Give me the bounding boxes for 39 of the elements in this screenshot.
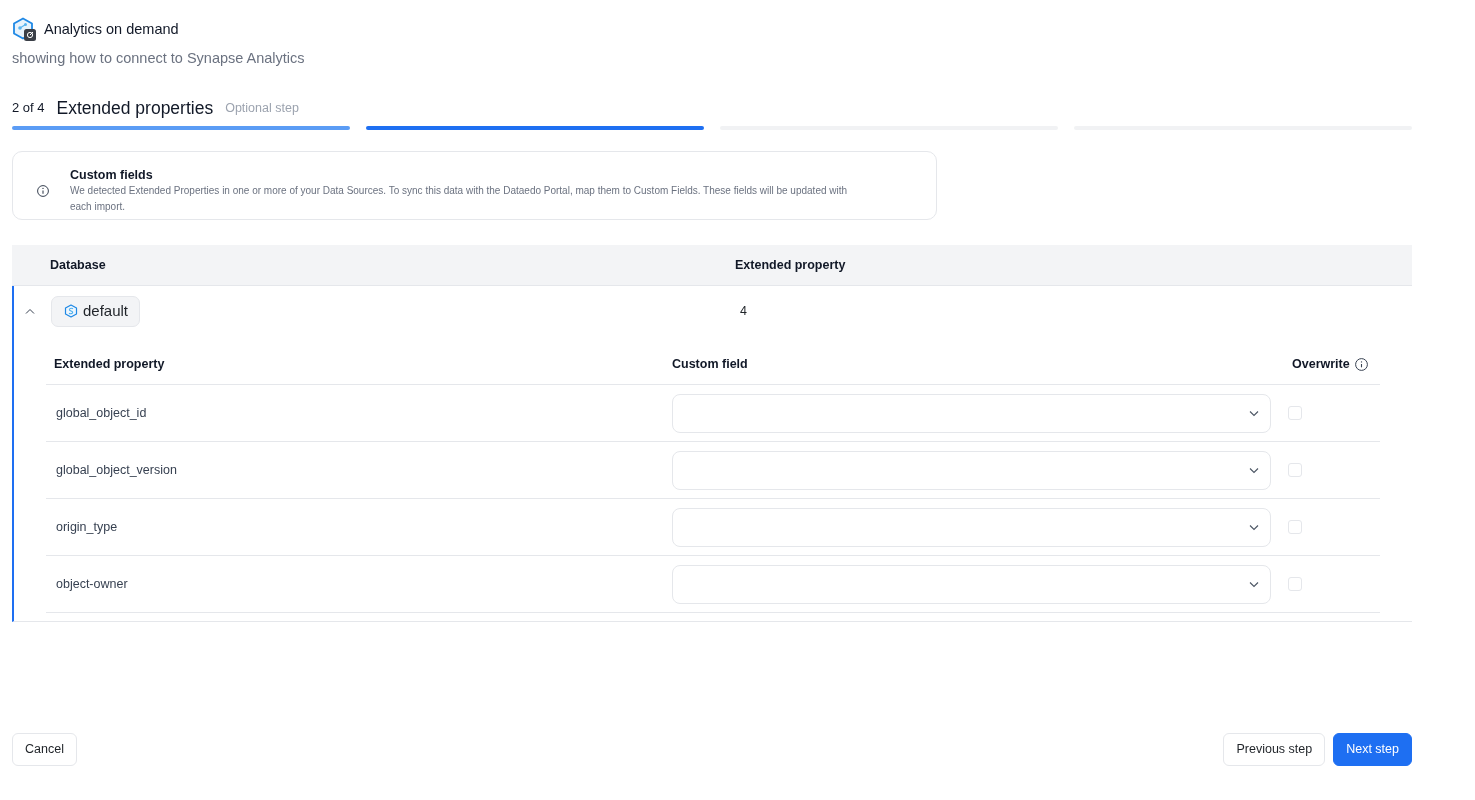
app-logo-icon (12, 17, 36, 41)
chevron-down-icon (1249, 466, 1259, 474)
secondary-button[interactable]: Previous step (1223, 733, 1326, 766)
column-header: Overwrite (1292, 356, 1350, 374)
column-header: Extended property (735, 258, 846, 273)
overwrite-checkbox[interactable] (1288, 406, 1302, 420)
chevron-down-icon (1249, 523, 1259, 531)
primary-button[interactable]: Next step (1333, 733, 1412, 766)
step-title: Extended properties (56, 96, 214, 120)
column-header: Database (50, 258, 106, 273)
info-text: We detected Extended Properties in one or more of your Data Sources. To sync this data with the Dataedo Portal, map them to Custom Fields. These fields will be updated with each import. (70, 183, 849, 214)
expand-toggle[interactable] (25, 307, 35, 315)
custom-field-dropdown[interactable] (672, 564, 1271, 604)
custom-field-dropdown[interactable] (672, 507, 1271, 547)
overwrite-checkbox[interactable] (1288, 463, 1302, 477)
info-title: Custom fields (70, 166, 153, 183)
chevron-down-icon (1249, 580, 1259, 588)
overwrite-checkbox[interactable] (1288, 577, 1302, 591)
property-count: 4 (740, 302, 747, 320)
app-title: Analytics on demand (44, 20, 179, 39)
app-subtitle: showing how to connect to Synapse Analytics (12, 49, 305, 68)
custom-field-dropdown[interactable] (672, 450, 1271, 490)
info-icon (1354, 358, 1368, 371)
property-name: object-owner (55, 577, 128, 592)
info-icon (37, 184, 49, 197)
column-header: Extended property (54, 356, 165, 374)
property-name: global_object_version (55, 463, 177, 478)
property-name: origin_type (55, 520, 118, 535)
property-name: global_object_id (55, 406, 147, 421)
custom-field-dropdown[interactable] (672, 393, 1271, 433)
chevron-down-icon (1249, 409, 1259, 417)
database-name: default (83, 300, 129, 321)
secondary-button[interactable]: Cancel (12, 733, 77, 766)
column-header: Custom field (672, 356, 748, 374)
database-icon (64, 304, 78, 318)
chevron-up-icon (25, 307, 35, 315)
step-note: Optional step (225, 99, 299, 117)
step-counter: 2 of 4 (12, 99, 45, 118)
overwrite-checkbox[interactable] (1288, 520, 1302, 534)
